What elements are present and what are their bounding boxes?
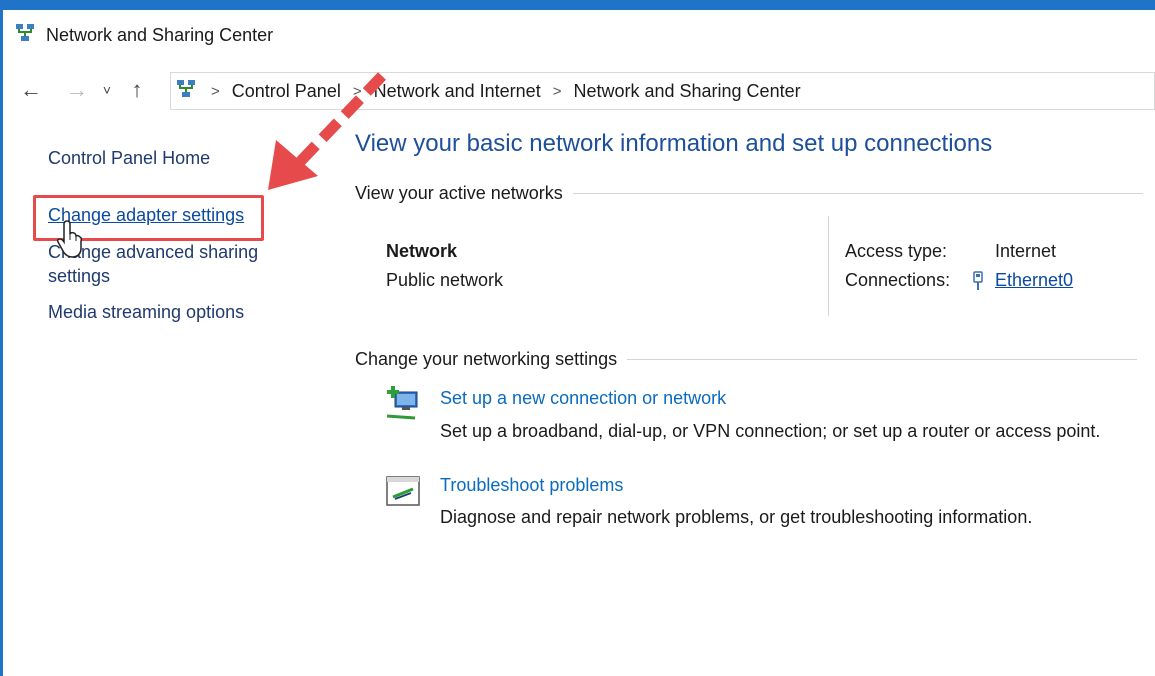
sidebar-item-settings[interactable]: settings <box>48 266 110 287</box>
networking-settings-heading-text: Change your networking settings <box>355 349 618 369</box>
network-type: Public network <box>386 270 504 290</box>
section-divider <box>627 359 1138 360</box>
breadcrumb-item-network-and-sharing-center[interactable]: Network and Sharing Center <box>573 81 800 102</box>
network-center-icon <box>175 78 197 105</box>
breadcrumb-item-network-and-internet[interactable]: Network and Internet <box>374 81 541 102</box>
network-center-icon <box>14 22 36 49</box>
network-name: Network <box>386 241 458 261</box>
active-networks-heading-text: View your active networks <box>355 183 563 203</box>
active-networks-heading: View your active networks <box>355 183 1143 204</box>
networking-settings-heading: Change your networking settings <box>355 349 1138 370</box>
chevron-right-icon: > <box>211 82 220 100</box>
window-frame-top <box>0 0 1155 10</box>
vertical-divider <box>828 216 829 316</box>
window-frame-left <box>0 0 3 676</box>
title-bar: Network and Sharing Center <box>14 22 273 48</box>
window-title: Network and Sharing Center <box>46 24 274 45</box>
new-connection-icon <box>385 384 423 429</box>
hand-cursor-icon <box>56 220 86 265</box>
ethernet-icon <box>970 270 986 297</box>
setup-new-connection-link[interactable]: Set up a new connection or network <box>440 388 726 409</box>
access-type-label: Access type: <box>845 241 948 261</box>
up-button[interactable]: ↑ <box>120 77 154 103</box>
troubleshoot-problems-link[interactable]: Troubleshoot problems <box>440 475 623 496</box>
access-type-value: Internet <box>995 241 1057 261</box>
chevron-right-icon: > <box>552 82 562 100</box>
forward-button[interactable]: → <box>60 77 94 103</box>
setup-new-connection-description: Set up a broadband, dial-up, or VPN conn… <box>440 421 1101 441</box>
breadcrumb[interactable]: > Control Panel > Network and Internet >… <box>170 72 1155 110</box>
breadcrumb-item-control-panel[interactable]: Control Panel <box>232 81 341 102</box>
troubleshoot-problems-description: Diagnose and repair network problems, or… <box>440 507 1033 527</box>
chevron-right-icon: > <box>352 82 362 100</box>
sidebar-item-control-panel-home[interactable]: Control Panel Home <box>48 148 210 169</box>
connections-label: Connections: <box>845 270 951 290</box>
recent-locations-button[interactable]: ˅ <box>94 82 120 98</box>
section-divider <box>572 193 1143 194</box>
sidebar-item-media-streaming-options[interactable]: Media streaming options <box>48 302 244 323</box>
back-button[interactable]: ← <box>14 77 48 103</box>
page-title: View your basic network information and … <box>355 130 993 157</box>
troubleshoot-icon <box>385 473 423 514</box>
ethernet0-link[interactable]: Ethernet0 <box>995 270 1073 291</box>
address-bar: ← → ˅ ↑ > Control Panel > Network and In… <box>14 72 1155 110</box>
